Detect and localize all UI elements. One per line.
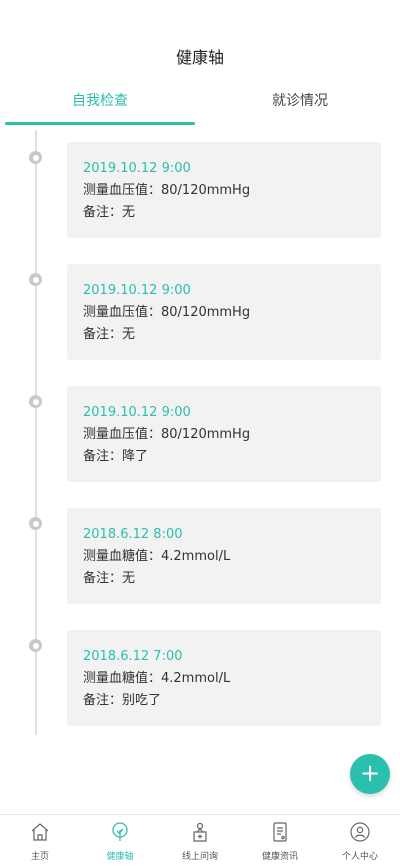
- timeline-entry: 2018.6.12 7:00 测量血糖值：4.2mmol/L 备注：别吃了: [0, 630, 400, 730]
- record-card[interactable]: 2019.10.12 9:00 测量血压值：80/120mmHg 备注：无: [67, 264, 381, 360]
- nav-label: 个人中心: [341, 852, 378, 862]
- record-measure: 测量血糖值：4.2mmol/L: [83, 671, 231, 686]
- add-record-button[interactable]: +: [350, 754, 390, 794]
- timeline-entry: 2019.10.12 9:00 测量血压值：80/120mmHg 备注：无: [0, 142, 400, 242]
- header: 健康轴: [0, 0, 400, 80]
- nav-item-online-consult[interactable]: 线上问询: [160, 815, 240, 866]
- nav-item-profile[interactable]: 个人中心: [320, 815, 400, 866]
- record-card[interactable]: 2019.10.12 9:00 测量血压值：80/120mmHg 备注：降了: [67, 386, 381, 482]
- record-note: 备注：无: [83, 327, 136, 342]
- nav-item-home[interactable]: 主页: [0, 815, 80, 866]
- timeline-entry: 2018.6.12 8:00 测量血糖值：4.2mmol/L 备注：无: [0, 508, 400, 608]
- bottom-nav: 主页 健康轴 线上问询 健康资讯 个人中心: [0, 814, 400, 866]
- record-measure: 测量血压值：80/120mmHg: [83, 305, 251, 320]
- record-card[interactable]: 2018.6.12 7:00 测量血糖值：4.2mmol/L 备注：别吃了: [67, 630, 381, 726]
- record-datetime: 2018.6.12 8:00: [83, 527, 183, 542]
- page-title: 健康轴: [175, 48, 224, 67]
- nav-item-health-news[interactable]: 健康资讯: [240, 815, 320, 866]
- record-measure: 测量血糖值：4.2mmol/L: [83, 549, 231, 564]
- timeline-dot: [29, 639, 42, 652]
- tree-icon: [112, 822, 128, 841]
- record-datetime: 2019.10.12 9:00: [83, 283, 191, 298]
- user-icon: [350, 822, 370, 842]
- news-icon: [273, 822, 287, 842]
- nav-item-health-axis[interactable]: 健康轴: [80, 815, 160, 866]
- home-icon: [31, 823, 49, 841]
- nav-label: 主页: [30, 852, 49, 862]
- record-card[interactable]: 2019.10.12 9:00 测量血压值：80/120mmHg 备注：无: [67, 142, 381, 238]
- plus-icon: +: [359, 759, 381, 787]
- record-datetime: 2019.10.12 9:00: [83, 405, 191, 420]
- record-note: 备注：无: [83, 205, 136, 220]
- record-note: 备注：别吃了: [83, 693, 162, 708]
- timeline-dot: [29, 151, 42, 164]
- segment-tabs: 自我检查 就诊情况: [0, 86, 400, 126]
- tab-self-check[interactable]: 自我检查: [5, 86, 195, 126]
- record-card[interactable]: 2018.6.12 8:00 测量血糖值：4.2mmol/L 备注：无: [67, 508, 381, 604]
- record-datetime: 2019.10.12 9:00: [83, 161, 191, 176]
- nav-label: 健康资讯: [261, 852, 298, 862]
- record-note: 备注：无: [83, 571, 136, 586]
- timeline-dot: [29, 273, 42, 286]
- timeline-entry: 2019.10.12 9:00 测量血压值：80/120mmHg 备注：无: [0, 264, 400, 364]
- record-measure: 测量血压值：80/120mmHg: [83, 427, 251, 442]
- record-measure: 测量血压值：80/120mmHg: [83, 183, 251, 198]
- active-tab-indicator: [5, 122, 195, 125]
- nav-label: 健康轴: [106, 852, 134, 862]
- record-note: 备注：降了: [83, 449, 149, 464]
- timeline-entry: 2019.10.12 9:00 测量血压值：80/120mmHg 备注：降了: [0, 386, 400, 486]
- nav-label: 线上问询: [181, 852, 218, 862]
- record-datetime: 2018.6.12 7:00: [83, 649, 183, 664]
- consult-icon: [193, 822, 207, 842]
- timeline-dot: [29, 517, 42, 530]
- tab-visit-status[interactable]: 就诊情况: [205, 86, 395, 126]
- timeline-dot: [29, 395, 42, 408]
